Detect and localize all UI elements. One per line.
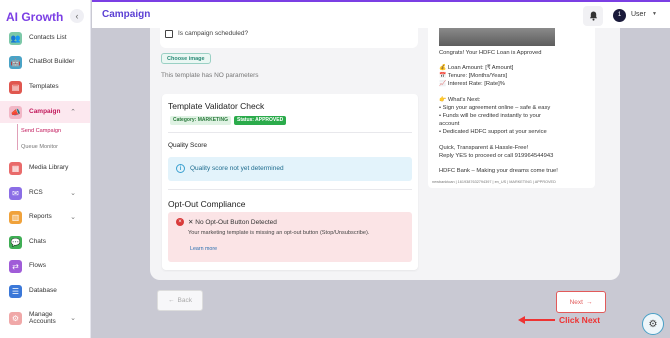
chatbot-icon: 🤖	[9, 55, 22, 69]
user-menu-label[interactable]: User	[631, 11, 646, 18]
sidebar-item-label: Contacts List	[29, 34, 67, 42]
arrow-right-icon: →	[585, 298, 593, 306]
preview-line: Congrats! Your HDFC Loan is Approved	[439, 50, 542, 56]
preview-footer: newbanktoan | 1619387632794397 | en_US |…	[432, 180, 556, 184]
sidebar-item-label: ChatBot Builder	[29, 58, 75, 66]
opt-out-description: Your marketing template is missing an op…	[188, 230, 370, 236]
chevron-down-icon[interactable]: ⌄	[70, 314, 76, 322]
preview-line: account	[439, 121, 460, 127]
templates-icon: ▤	[9, 80, 22, 94]
opt-out-heading: ✕ No Opt-Out Button Detected	[188, 219, 277, 226]
preview-line: • Dedicated HDFC support at your service	[439, 129, 547, 135]
sidebar-item-rcs[interactable]: ✉ RCS ⌄	[0, 182, 90, 204]
notifications-button[interactable]	[583, 6, 603, 26]
opt-out-alert: × ✕ No Opt-Out Button Detected Your mark…	[168, 212, 412, 262]
bell-icon	[589, 11, 597, 21]
preview-image	[439, 28, 555, 46]
sidebar-item-label: Manage Accounts	[29, 310, 56, 326]
quality-score-alert: i Quality score not yet determined	[168, 157, 412, 181]
user-avatar[interactable]: 1	[613, 9, 626, 22]
sidebar-item-campaign[interactable]: 📣 Campaign ⌃	[0, 101, 90, 123]
sidebar-item-label: Chats	[29, 238, 46, 246]
quality-score-text: Quality score not yet determined	[190, 165, 284, 172]
sidebar-item-manage-accounts[interactable]: ⚙ Manage Accounts ⌄	[0, 307, 90, 329]
database-icon: ☰	[9, 284, 22, 298]
next-label: Next	[569, 298, 583, 306]
page-title: Campaign	[102, 9, 151, 20]
divider	[168, 189, 412, 190]
gear-icon: ⚙	[648, 318, 658, 330]
preview-line: 👉 What's Next:	[439, 97, 481, 103]
preview-line: Reply YES to proceed or call 91996454494…	[439, 153, 554, 159]
brand-logo: AI Growth	[6, 10, 64, 24]
opt-out-title: Opt-Out Compliance	[168, 199, 246, 209]
media-library-icon: ▦	[9, 161, 22, 175]
manage-accounts-icon: ⚙	[9, 311, 22, 325]
info-icon: i	[176, 164, 185, 173]
preview-line: • Funds will be credited instantly to yo…	[439, 113, 541, 119]
sidebar-subitem-send-campaign[interactable]: Send Campaign	[21, 128, 61, 134]
preview-line: 💰 Loan Amount: [₹ Amount]	[439, 65, 514, 71]
preview-line: 📈 Interest Rate: [Rate]%	[439, 81, 505, 87]
sidebar-item-label: Campaign	[29, 108, 61, 116]
sidebar-item-label: Reports	[29, 213, 52, 221]
sidebar-item-templates[interactable]: ▤ Templates	[0, 76, 90, 98]
next-button[interactable]: Next →	[556, 291, 606, 313]
sidebar-item-label: Media Library	[29, 164, 69, 172]
quality-score-title: Quality Score	[168, 142, 208, 149]
error-icon: ×	[176, 218, 184, 226]
reports-icon: ▥	[9, 210, 22, 224]
preview-line: Quick, Transparent & Hassle-Free!	[439, 145, 529, 151]
settings-help-button[interactable]: ⚙	[642, 313, 664, 335]
sidebar-item-chats[interactable]: 💬 Chats	[0, 231, 90, 253]
click-next-annotation: Click Next	[559, 315, 601, 325]
sidebar-item-database[interactable]: ☰ Database	[0, 280, 90, 302]
category-badge: Category: MARKETING	[170, 116, 232, 125]
campaign-icon: 📣	[9, 105, 22, 119]
chevron-up-icon[interactable]: ⌃	[70, 108, 76, 116]
sidebar-item-chatbot-builder[interactable]: 🤖 ChatBot Builder	[0, 51, 90, 73]
campaign-form-panel: Is campaign scheduled? Choose image This…	[150, 28, 620, 311]
arrow-left-icon: ←	[168, 297, 175, 304]
annotation-arrowhead	[518, 316, 525, 324]
sidebar-item-reports[interactable]: ▥ Reports ⌄	[0, 206, 90, 228]
sidebar-item-label: Flows	[29, 262, 46, 270]
sidebar-subitem-queue-monitor[interactable]: Queue Monitor	[21, 144, 58, 150]
collapse-sidebar-icon[interactable]: ‹	[70, 9, 84, 23]
chevron-down-icon[interactable]: ⌄	[70, 213, 76, 221]
chats-icon: 💬	[9, 235, 22, 249]
preview-line: 📅 Tenure: [Months/Years]	[439, 73, 508, 79]
rcs-icon: ✉	[9, 186, 22, 200]
sidebar-item-label: RCS	[29, 189, 43, 197]
sidebar-item-media-library[interactable]: ▦ Media Library	[0, 157, 90, 179]
sidebar-item-label: Database	[29, 287, 57, 295]
validator-title: Template Validator Check	[168, 101, 265, 111]
top-header: Campaign 1 User ▼	[92, 0, 670, 28]
sidebar-item-contacts-list[interactable]: 👥 Contacts List	[0, 27, 90, 49]
sidebar-item-label: Templates	[29, 83, 59, 91]
learn-more-link[interactable]: Learn more	[190, 246, 217, 252]
flows-icon: ⇄	[9, 259, 22, 273]
schedule-checkbox[interactable]	[165, 30, 173, 38]
schedule-label: Is campaign scheduled?	[178, 30, 249, 37]
sidebar: AI Growth ‹ 👥 Contacts List 🤖 ChatBot Build…	[0, 0, 91, 338]
choose-image-button[interactable]: Choose image	[161, 53, 211, 64]
no-parameters-text: This template has NO parameters	[161, 72, 259, 79]
annotation-arrow	[521, 319, 555, 321]
chevron-down-icon[interactable]: ▼	[652, 11, 657, 17]
back-button[interactable]: ← Back	[157, 290, 203, 311]
submenu-divider	[17, 124, 18, 150]
back-label: Back	[177, 297, 192, 304]
divider	[168, 132, 412, 133]
template-preview-card: Congrats! Your HDFC Loan is Approved 💰 Lo…	[428, 28, 595, 188]
schedule-card: Is campaign scheduled?	[160, 28, 418, 48]
sidebar-item-flows[interactable]: ⇄ Flows	[0, 255, 90, 277]
contacts-icon: 👥	[9, 31, 22, 45]
preview-line: HDFC Bank – Making your dreams come true…	[439, 168, 558, 174]
preview-line: • Sign your agreement online – safe & ea…	[439, 105, 551, 111]
status-badge: Status: APPROVED	[234, 116, 287, 125]
chevron-down-icon[interactable]: ⌄	[70, 189, 76, 197]
template-validator-card: Template Validator Check Category: MARKE…	[162, 94, 418, 270]
